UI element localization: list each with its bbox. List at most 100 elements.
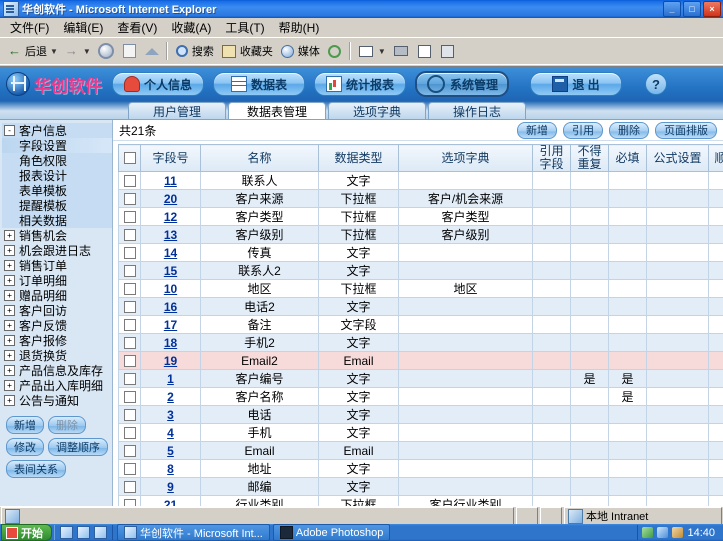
discuss-button[interactable] [436, 40, 459, 62]
sidebar-button-4[interactable]: 表间关系 [6, 460, 66, 478]
row-checkbox[interactable] [124, 319, 136, 331]
field-id-link[interactable]: 20 [164, 192, 177, 206]
field-id-link[interactable]: 15 [164, 264, 177, 278]
action-button-3[interactable]: 页面排版 [655, 122, 717, 139]
tray-icon-3[interactable] [672, 527, 683, 538]
sidebar-group-4[interactable]: +订单明细 [2, 273, 112, 288]
row-checkbox[interactable] [124, 337, 136, 349]
row-checkbox[interactable] [124, 283, 136, 295]
table-row[interactable]: 9邮编文字10 [119, 478, 723, 496]
field-id-link[interactable]: 17 [164, 318, 177, 332]
collapse-toggle-icon[interactable]: - [4, 125, 15, 136]
history-button[interactable] [323, 40, 346, 62]
sidebar-group-1[interactable]: +销售机会 [2, 228, 112, 243]
maximize-button[interactable]: □ [683, 1, 701, 17]
action-button-0[interactable]: 新增 [517, 122, 557, 139]
sidebar-item-0-3[interactable]: 表单模板 [2, 183, 112, 198]
sidebar-group-8[interactable]: +客户报修 [2, 333, 112, 348]
expand-toggle-icon[interactable]: + [4, 395, 15, 406]
mail-dropdown-icon[interactable]: ▼ [378, 47, 386, 56]
table-row[interactable]: 3电话文字14 [119, 406, 723, 424]
field-id-link[interactable]: 9 [167, 480, 174, 494]
expand-toggle-icon[interactable]: + [4, 305, 15, 316]
table-row[interactable]: 1客户编号文字是是1 [119, 370, 723, 388]
tab-operation-log[interactable]: 操作日志 [428, 102, 526, 119]
field-id-link[interactable]: 1 [167, 372, 174, 386]
nav-personal-info[interactable]: 个人信息 [112, 72, 204, 96]
sidebar-group-6[interactable]: +客户回访 [2, 303, 112, 318]
table-row[interactable]: 18手机2文字19 [119, 334, 723, 352]
sidebar-item-0-4[interactable]: 提醒模板 [2, 198, 112, 213]
nav-datatable[interactable]: 数据表 [213, 72, 305, 96]
row-checkbox[interactable] [124, 301, 136, 313]
expand-toggle-icon[interactable]: + [4, 230, 15, 241]
table-row[interactable]: 8地址文字11 [119, 460, 723, 478]
close-button[interactable]: × [703, 1, 721, 17]
menu-view[interactable]: 查看(V) [110, 17, 164, 38]
sidebar-group-5[interactable]: +赠品明细 [2, 288, 112, 303]
sidebar-button-1[interactable]: 删除 [48, 416, 86, 434]
tab-option-dictionary[interactable]: 选项字典 [328, 102, 426, 119]
sidebar-item-0-5[interactable]: 相关数据 [2, 213, 112, 228]
quick-launch-media-icon[interactable] [94, 526, 107, 539]
tray-volume-icon[interactable] [657, 527, 668, 538]
table-row[interactable]: 4手机文字15 [119, 424, 723, 442]
field-id-link[interactable]: 3 [167, 408, 174, 422]
field-id-link[interactable]: 2 [167, 390, 174, 404]
home-button[interactable] [141, 40, 163, 62]
select-all-checkbox[interactable] [124, 152, 136, 164]
taskbar-clock[interactable]: 14:40 [687, 527, 719, 539]
row-checkbox[interactable] [124, 445, 136, 457]
sidebar-group-11[interactable]: +产品出入库明细 [2, 378, 112, 393]
expand-toggle-icon[interactable]: + [4, 380, 15, 391]
action-button-2[interactable]: 删除 [609, 122, 649, 139]
table-row[interactable]: 20客户来源下拉框客户/机会来源9 [119, 190, 723, 208]
sidebar-button-0[interactable]: 新增 [6, 416, 44, 434]
row-checkbox[interactable] [124, 409, 136, 421]
sidebar-group-3[interactable]: +销售订单 [2, 258, 112, 273]
minimize-button[interactable]: _ [663, 1, 681, 17]
favorites-button[interactable]: 收藏夹 [217, 40, 276, 62]
row-checkbox[interactable] [124, 463, 136, 475]
field-id-link[interactable]: 4 [167, 426, 174, 440]
field-id-link[interactable]: 19 [164, 354, 177, 368]
row-checkbox[interactable] [124, 355, 136, 367]
start-button[interactable]: 开始 [1, 524, 52, 541]
field-id-link[interactable]: 13 [164, 228, 177, 242]
table-row[interactable]: 10地区下拉框地区2 [119, 280, 723, 298]
sidebar-group-0[interactable]: -客户信息 [2, 123, 112, 138]
print-button[interactable] [389, 40, 413, 62]
forward-dropdown-icon[interactable]: ▼ [83, 47, 91, 56]
sidebar-group-2[interactable]: +机会跟进日志 [2, 243, 112, 258]
expand-toggle-icon[interactable]: + [4, 260, 15, 271]
nav-exit[interactable]: 退 出 [530, 72, 622, 96]
expand-toggle-icon[interactable]: + [4, 290, 15, 301]
task-button-photoshop[interactable]: Adobe Photoshop [273, 524, 390, 541]
sidebar-item-0-1[interactable]: 角色权限 [2, 153, 112, 168]
menu-file[interactable]: 文件(F) [3, 17, 56, 38]
sidebar-group-12[interactable]: +公告与通知 [2, 393, 112, 408]
stop-button[interactable] [94, 40, 118, 62]
menu-help[interactable]: 帮助(H) [272, 17, 327, 38]
menu-edit[interactable]: 编辑(E) [56, 17, 110, 38]
media-button[interactable]: 媒体 [276, 40, 323, 62]
quick-launch-ie-icon[interactable] [60, 526, 73, 539]
field-id-link[interactable]: 18 [164, 336, 177, 350]
field-id-link[interactable]: 12 [164, 210, 177, 224]
sidebar-group-7[interactable]: +客户反馈 [2, 318, 112, 333]
tray-icon-1[interactable] [642, 527, 653, 538]
table-row[interactable]: 11联系人文字13 [119, 172, 723, 190]
row-checkbox[interactable] [124, 427, 136, 439]
row-checkbox[interactable] [124, 373, 136, 385]
row-checkbox[interactable] [124, 481, 136, 493]
nav-reports[interactable]: 统计报表 [314, 72, 406, 96]
nav-system-admin[interactable]: 系统管理 [415, 71, 509, 97]
sidebar-button-2[interactable]: 修改 [6, 438, 44, 456]
field-id-link[interactable]: 11 [164, 174, 177, 188]
table-row[interactable]: 19Email2Email20 [119, 352, 723, 370]
row-checkbox[interactable] [124, 391, 136, 403]
help-button[interactable]: ? [645, 73, 667, 95]
row-checkbox[interactable] [124, 229, 136, 241]
sidebar-group-9[interactable]: +退货换货 [2, 348, 112, 363]
field-id-link[interactable]: 14 [164, 246, 177, 260]
